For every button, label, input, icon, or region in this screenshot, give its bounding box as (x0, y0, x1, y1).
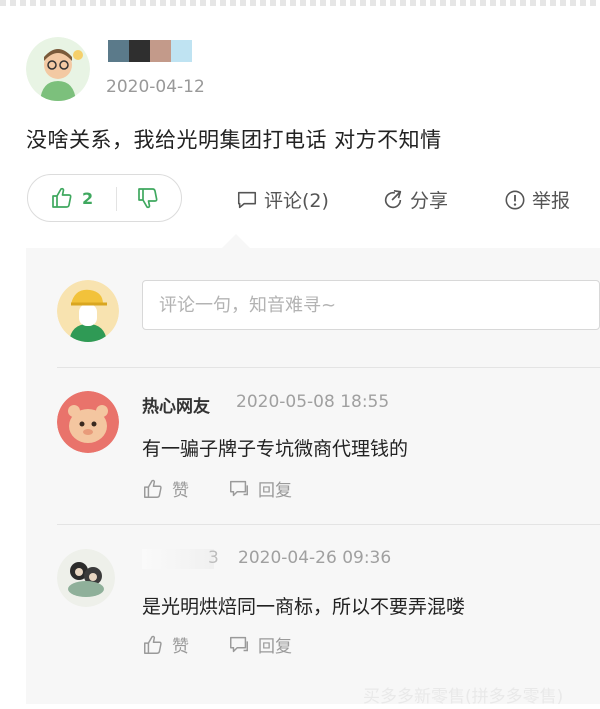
commenter-avatar[interactable] (57, 549, 115, 607)
vote-pill: 2 (27, 174, 182, 222)
reply-label: 回复 (258, 481, 292, 501)
post-text: 没啥关系，我给光明集团打电话 对方不知情 (26, 128, 442, 152)
thumbs-up-icon (144, 479, 162, 498)
commenter-name[interactable]: 3 (208, 548, 219, 568)
comment-date: 2020-04-26 09:36 (238, 548, 392, 568)
comment-separator (57, 367, 600, 368)
reply-icon (230, 480, 248, 496)
comment-icon (237, 191, 257, 208)
upvote-count: 2 (82, 188, 94, 208)
comment-input[interactable] (142, 280, 600, 330)
reply-button[interactable]: 回复 (228, 476, 292, 501)
redacted-block (129, 40, 150, 62)
author-name-redacted (108, 40, 192, 62)
comment-date: 2020-05-08 18:55 (236, 392, 390, 412)
share-icon (384, 189, 402, 208)
like-button[interactable]: 赞 (142, 632, 189, 657)
alert-circle-icon (505, 190, 525, 209)
reply-label: 回复 (258, 637, 292, 657)
like-label: 赞 (172, 637, 189, 657)
share-button[interactable]: 分享 (382, 186, 448, 213)
report-label: 举报 (532, 190, 571, 212)
post-date: 2020-04-12 (106, 77, 205, 97)
redacted-block (171, 40, 192, 62)
downvote-button[interactable] (136, 186, 160, 214)
comment-label: 评论(2) (264, 190, 329, 212)
reply-icon (230, 636, 248, 652)
watermark: 买多多新零售(拼多多零售) (363, 687, 564, 707)
comment-text: 是光明烘焙同一商标，所以不要弄混喽 (142, 596, 466, 618)
redacted-block (150, 40, 171, 62)
panel-caret (222, 234, 250, 248)
comment-text: 有一骗子牌子专坑微商代理钱的 (142, 438, 409, 460)
author-avatar[interactable] (26, 37, 90, 101)
comment-button[interactable]: 评论(2) (236, 186, 329, 213)
commenter-name[interactable]: 热心网友 (142, 392, 210, 417)
comment-separator (57, 524, 600, 525)
thumbs-down-icon (138, 188, 158, 209)
report-button[interactable]: 举报 (504, 186, 570, 213)
thumbs-up-icon (144, 635, 162, 654)
vote-divider (116, 187, 117, 211)
reply-button[interactable]: 回复 (228, 632, 292, 657)
commenter-name-redacted (142, 549, 214, 569)
like-button[interactable]: 赞 (142, 476, 189, 501)
current-user-avatar (57, 280, 119, 342)
upvote-button[interactable]: 2 (50, 186, 93, 210)
top-divider (0, 0, 600, 6)
like-label: 赞 (172, 481, 189, 501)
commenter-avatar[interactable] (57, 391, 119, 453)
share-label: 分享 (410, 190, 449, 212)
redacted-block (108, 40, 129, 62)
thumbs-up-icon (52, 187, 72, 208)
